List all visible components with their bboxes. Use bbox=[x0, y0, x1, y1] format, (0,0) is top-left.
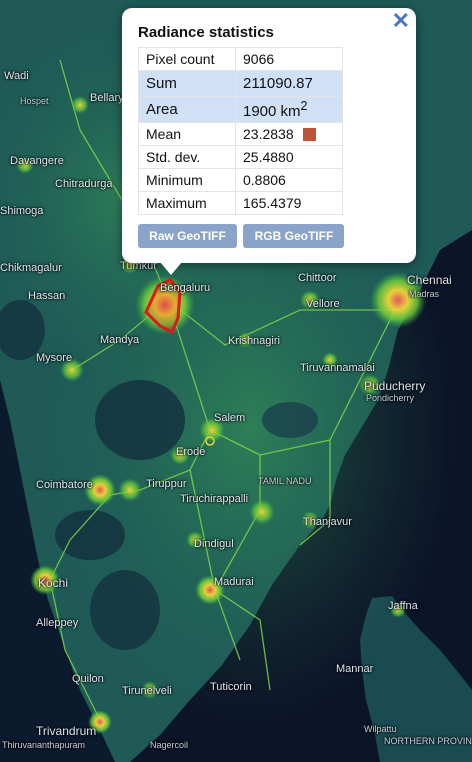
stats-row-area: Area 1900 km2 bbox=[138, 96, 343, 123]
label-northern-province: NORTHERN PROVINCE bbox=[384, 736, 472, 746]
label-alleppey: Alleppey bbox=[36, 617, 79, 629]
area-unit-exponent: 2 bbox=[300, 99, 308, 113]
stat-value: 211090.87 bbox=[235, 70, 343, 97]
forest-patch bbox=[90, 570, 160, 650]
label-thanjavur: Thanjavur bbox=[303, 516, 352, 528]
radiance-statistics-popup: Radiance statistics ✕ Pixel count 9066 S… bbox=[122, 8, 416, 263]
label-nagercoil: Nagercoil bbox=[150, 740, 189, 750]
stats-row-minimum: Minimum 0.8806 bbox=[138, 168, 343, 192]
stat-label: Maximum bbox=[138, 191, 236, 215]
label-kochi: Kochi bbox=[38, 576, 69, 590]
forest-patch bbox=[262, 402, 318, 438]
label-tiruppur: Tiruppur bbox=[146, 478, 187, 490]
label-chennai: Chennai bbox=[407, 273, 452, 287]
label-chikmagalur: Chikmagalur bbox=[0, 262, 62, 274]
label-quilon: Quilon bbox=[72, 673, 104, 685]
rgb-geotiff-button[interactable]: RGB GeoTIFF bbox=[243, 224, 345, 248]
mean-value: 23.2838 bbox=[243, 126, 294, 142]
glow-tiruppur bbox=[118, 478, 142, 502]
label-madras: Madras bbox=[409, 289, 440, 299]
stat-label: Std. dev. bbox=[138, 145, 236, 169]
stats-row-sum: Sum 211090.87 bbox=[138, 70, 343, 97]
label-shimoga: Shimoga bbox=[0, 205, 44, 217]
label-mandya: Mandya bbox=[100, 334, 140, 346]
stats-row-maximum: Maximum 165.4379 bbox=[138, 191, 343, 215]
label-davangere: Davangere bbox=[10, 155, 64, 167]
stat-label: Sum bbox=[138, 70, 236, 97]
label-vellore: Vellore bbox=[306, 298, 340, 310]
glow-hospet bbox=[71, 96, 89, 114]
label-bengaluru: Bengaluru bbox=[160, 282, 211, 294]
stats-table: Pixel count 9066 Sum 211090.87 Area 1900… bbox=[138, 47, 343, 215]
label-wadi: Wadi bbox=[4, 70, 29, 82]
stat-value: 165.4379 bbox=[235, 191, 343, 215]
download-buttons: Raw GeoTIFF RGB GeoTIFF bbox=[138, 224, 346, 248]
popup-pointer bbox=[160, 262, 182, 275]
stat-value-area: 1900 km2 bbox=[235, 96, 343, 123]
label-tiruchirappalli: Tiruchirappalli bbox=[180, 493, 249, 505]
label-chittoor: Chittoor bbox=[298, 272, 337, 284]
label-erode: Erode bbox=[176, 446, 206, 458]
glow-trichy bbox=[249, 499, 275, 525]
label-hassan: Hassan bbox=[28, 290, 66, 302]
label-tiruvannamalai: Tiruvannamalai bbox=[300, 362, 375, 374]
stat-value: 0.8806 bbox=[235, 168, 343, 192]
stat-label: Minimum bbox=[138, 168, 236, 192]
label-tirunelveli: Tirunelveli bbox=[122, 685, 172, 697]
label-pondicherry: Pondicherry bbox=[366, 393, 415, 403]
popup-title: Radiance statistics bbox=[138, 24, 274, 41]
label-tuticorin: Tuticorin bbox=[210, 681, 252, 693]
stat-label: Area bbox=[138, 96, 236, 123]
label-wilpattu: Wilpattu bbox=[364, 724, 397, 734]
close-icon[interactable]: ✕ bbox=[392, 10, 410, 32]
label-mysore: Mysore bbox=[36, 352, 73, 364]
area-value: 1900 km bbox=[243, 103, 301, 120]
label-thiruvananthapuram: Thiruvananthapuram bbox=[2, 740, 86, 750]
label-hospet: Hospet bbox=[20, 96, 49, 106]
label-puducherry: Puducherry bbox=[364, 379, 426, 393]
stat-value: 9066 bbox=[235, 47, 343, 71]
stat-value: 25.4880 bbox=[235, 145, 343, 169]
raw-geotiff-button[interactable]: Raw GeoTIFF bbox=[138, 224, 237, 248]
stats-row-mean: Mean 23.2838 bbox=[138, 122, 343, 146]
stats-row-pixel-count: Pixel count 9066 bbox=[138, 47, 343, 71]
stat-label: Mean bbox=[138, 122, 236, 146]
label-trivandrum: Trivandrum bbox=[36, 724, 97, 738]
label-dindigul: Dindigul bbox=[194, 538, 234, 550]
stats-row-std-dev: Std. dev. 25.4880 bbox=[138, 145, 343, 169]
label-bellary: Bellary bbox=[90, 92, 124, 104]
label-krishnagiri: Krishnagiri bbox=[228, 335, 280, 347]
label-mannar: Mannar bbox=[336, 663, 374, 675]
stat-label: Pixel count bbox=[138, 47, 236, 71]
stat-value-mean: 23.2838 bbox=[235, 122, 343, 146]
forest-patch bbox=[95, 380, 185, 460]
label-jaffna: Jaffna bbox=[388, 600, 418, 612]
label-salem: Salem bbox=[214, 412, 246, 424]
mean-color-swatch bbox=[302, 128, 316, 141]
label-madurai: Madurai bbox=[214, 576, 254, 588]
label-coimbatore: Coimbatore bbox=[36, 479, 93, 491]
label-chitradurga: Chitradurga bbox=[55, 178, 113, 190]
label-tamil-nadu: TAMIL NADU bbox=[258, 476, 312, 486]
